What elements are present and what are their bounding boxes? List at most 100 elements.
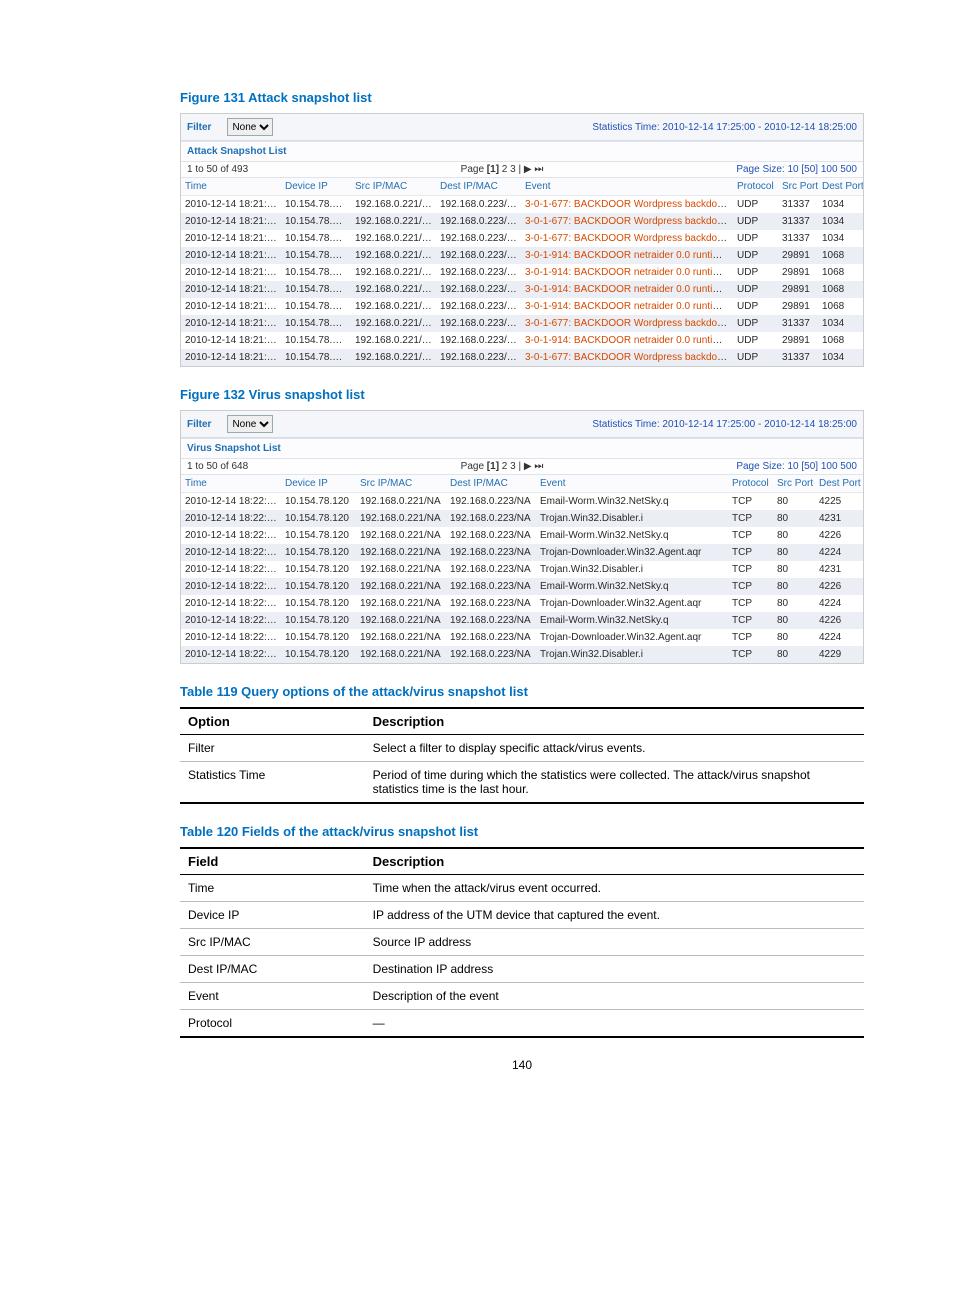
- event-link[interactable]: 3-0-1-914: BACKDOOR netraider 0.0 runtim…: [525, 301, 733, 312]
- table-row: 2010-12-14 18:22:2310.154.78.120192.168.…: [181, 578, 863, 595]
- cell-src: 192.168.0.221/NA: [351, 264, 436, 281]
- cell-proto: TCP: [728, 544, 773, 561]
- event-link[interactable]: 3-0-1-677: BACKDOOR Wordpress backdoor f…: [525, 216, 733, 227]
- cell-device: 10.154.78.120: [281, 612, 356, 629]
- cell-sport: 29891: [778, 264, 818, 281]
- stats-time-value: 2010-12-14 17:25:00 - 2010-12-14 18:25:0…: [662, 122, 857, 133]
- cell-sport: 31337: [778, 315, 818, 332]
- cell-event: Email-Worm.Win32.NetSky.q: [536, 578, 728, 595]
- th-dest[interactable]: Dest IP/MAC: [446, 475, 536, 493]
- table-row: 2010-12-14 18:21:4710.154.78.120192.168.…: [181, 196, 863, 214]
- cell-device: 10.154.78.120: [281, 595, 356, 612]
- cell-proto: UDP: [733, 332, 778, 349]
- th-src[interactable]: Src IP/MAC: [356, 475, 446, 493]
- th-proto[interactable]: Protocol: [733, 178, 778, 196]
- attack-filter-select[interactable]: None: [227, 118, 273, 136]
- th-option: Option: [180, 708, 365, 735]
- doc-cell-desc: Time when the attack/virus event occurre…: [365, 875, 864, 902]
- cell-src: 192.168.0.221/NA: [356, 629, 446, 646]
- cell-sport: 80: [773, 527, 815, 544]
- th-proto[interactable]: Protocol: [728, 475, 773, 493]
- pager-current: [1]: [487, 461, 499, 472]
- th-time[interactable]: Time: [181, 475, 281, 493]
- cell-sport: 31337: [778, 196, 818, 214]
- cell-time: 2010-12-14 18:21:47: [181, 196, 281, 214]
- th-device[interactable]: Device IP: [281, 178, 351, 196]
- cell-sport: 29891: [778, 332, 818, 349]
- doc-cell-desc: Select a filter to display specific atta…: [365, 735, 864, 762]
- cell-device: 10.154.78.120: [281, 510, 356, 527]
- cell-device: 10.154.78.120: [281, 561, 356, 578]
- cell-event: 3-0-1-677: BACKDOOR Wordpress backdoor f…: [521, 213, 733, 230]
- virus-page-size[interactable]: Page Size: 10 [50] 100 500: [657, 461, 857, 472]
- cell-dport: 4226: [815, 578, 863, 595]
- cell-event: 3-0-1-914: BACKDOOR netraider 0.0 runtim…: [521, 298, 733, 315]
- cell-time: 2010-12-14 18:22:23: [181, 646, 281, 663]
- doc-table-row: Device IPIP address of the UTM device th…: [180, 902, 864, 929]
- doc-cell-field: Protocol: [180, 1010, 365, 1038]
- stats-time-label: Statistics Time:: [592, 122, 659, 133]
- event-link[interactable]: 3-0-1-677: BACKDOOR Wordpress backdoor f…: [525, 233, 733, 244]
- doc-cell-desc: —: [365, 1010, 864, 1038]
- cell-device: 10.154.78.120: [281, 213, 351, 230]
- doc-table-row: Protocol—: [180, 1010, 864, 1038]
- cell-sport: 80: [773, 595, 815, 612]
- cell-event: 3-0-1-914: BACKDOOR netraider 0.0 runtim…: [521, 332, 733, 349]
- cell-sport: 31337: [778, 213, 818, 230]
- cell-dport: 4231: [815, 510, 863, 527]
- th-dest[interactable]: Dest IP/MAC: [436, 178, 521, 196]
- virus-pager[interactable]: Page [1] 2 3 | ▶ ⏭: [347, 461, 657, 472]
- th-event[interactable]: Event: [536, 475, 728, 493]
- virus-record-count: 1 to 50 of 648: [187, 461, 347, 472]
- th-sport[interactable]: Src Port: [778, 178, 818, 196]
- th-sport[interactable]: Src Port: [773, 475, 815, 493]
- table-row: 2010-12-14 18:22:2310.154.78.120192.168.…: [181, 646, 863, 663]
- cell-dport: 1068: [818, 281, 863, 298]
- cell-dport: 1068: [818, 332, 863, 349]
- cell-time: 2010-12-14 18:21:47: [181, 230, 281, 247]
- cell-dest: 192.168.0.223/NA: [446, 561, 536, 578]
- th-dport[interactable]: Dest Port: [818, 178, 863, 196]
- cell-event: 3-0-1-914: BACKDOOR netraider 0.0 runtim…: [521, 247, 733, 264]
- th-src[interactable]: Src IP/MAC: [351, 178, 436, 196]
- event-link[interactable]: 3-0-1-677: BACKDOOR Wordpress backdoor f…: [525, 318, 733, 329]
- pagesize-rest: 100 500: [818, 461, 857, 472]
- virus-filter-select[interactable]: None: [227, 415, 273, 433]
- th-field: Field: [180, 848, 365, 875]
- cell-event: Email-Worm.Win32.NetSky.q: [536, 612, 728, 629]
- cell-device: 10.154.78.120: [281, 527, 356, 544]
- cell-time: 2010-12-14 18:21:47: [181, 213, 281, 230]
- cell-src: 192.168.0.221/NA: [351, 332, 436, 349]
- cell-proto: UDP: [733, 264, 778, 281]
- th-event[interactable]: Event: [521, 178, 733, 196]
- table-caption-119: Table 119 Query options of the attack/vi…: [180, 684, 864, 699]
- doc-cell-field: Time: [180, 875, 365, 902]
- cell-src: 192.168.0.221/NA: [356, 510, 446, 527]
- attack-table-header-row: Time Device IP Src IP/MAC Dest IP/MAC Ev…: [181, 178, 863, 196]
- cell-dest: 192.168.0.223/NA: [436, 247, 521, 264]
- event-link[interactable]: 3-0-1-677: BACKDOOR Wordpress backdoor f…: [525, 199, 733, 210]
- doc-cell-option: Filter: [180, 735, 365, 762]
- pager-rest: 2 3 | ▶ ⏭: [499, 461, 543, 472]
- event-link[interactable]: 3-0-1-914: BACKDOOR netraider 0.0 runtim…: [525, 250, 733, 261]
- attack-page-size[interactable]: Page Size: 10 [50] 100 500: [657, 164, 857, 175]
- pager-current: [1]: [487, 164, 499, 175]
- event-link[interactable]: 3-0-1-677: BACKDOOR Wordpress backdoor f…: [525, 352, 733, 363]
- event-link[interactable]: 3-0-1-914: BACKDOOR netraider 0.0 runtim…: [525, 267, 733, 278]
- attack-pager[interactable]: Page [1] 2 3 | ▶ ⏭: [347, 164, 657, 175]
- th-time[interactable]: Time: [181, 178, 281, 196]
- event-link[interactable]: 3-0-1-914: BACKDOOR netraider 0.0 runtim…: [525, 335, 733, 346]
- cell-proto: TCP: [728, 595, 773, 612]
- cell-dport: 1034: [818, 196, 863, 214]
- cell-sport: 80: [773, 510, 815, 527]
- th-device[interactable]: Device IP: [281, 475, 356, 493]
- cell-device: 10.154.78.120: [281, 230, 351, 247]
- cell-time: 2010-12-14 18:21:47: [181, 298, 281, 315]
- th-dport[interactable]: Dest Port: [815, 475, 863, 493]
- event-link[interactable]: 3-0-1-914: BACKDOOR netraider 0.0 runtim…: [525, 284, 733, 295]
- cell-dest: 192.168.0.223/NA: [446, 544, 536, 561]
- cell-src: 192.168.0.221/NA: [356, 646, 446, 663]
- pagesize-prefix: Page Size: 10: [736, 461, 801, 472]
- table-row: 2010-12-14 18:21:4710.154.78.120192.168.…: [181, 213, 863, 230]
- cell-device: 10.154.78.120: [281, 281, 351, 298]
